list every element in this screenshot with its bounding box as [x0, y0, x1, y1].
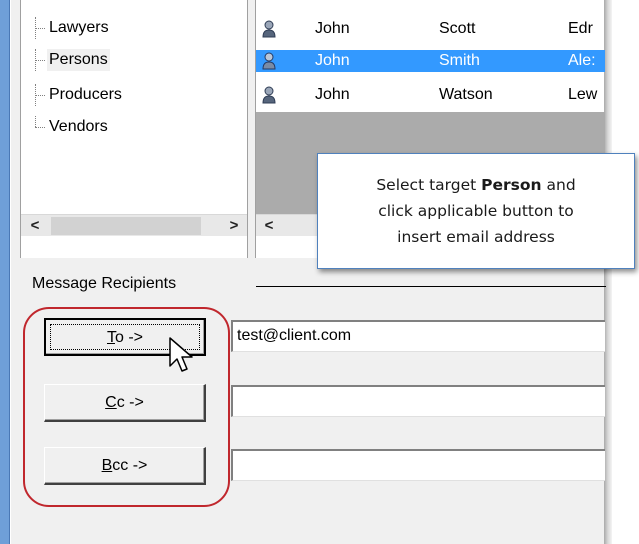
callout-text: Select target Person and click applicabl…: [376, 176, 576, 246]
category-tree[interactable]: Lawyers Persons Producers Vendors < >: [20, 0, 248, 258]
last-name-cell: Scott: [439, 20, 476, 37]
list-row[interactable]: John Scott Edr: [256, 18, 605, 40]
last-name-cell: Watson: [439, 86, 493, 103]
extra-cell: Lew: [568, 86, 598, 103]
highlight-oval: [23, 307, 230, 507]
person-icon: [262, 86, 276, 104]
message-recipients-label: Message Recipients: [32, 275, 177, 292]
list-row-selected[interactable]: John Smith Ale:: [256, 50, 605, 72]
first-name-cell: John: [315, 86, 350, 103]
tree-horizontal-scrollbar[interactable]: < >: [21, 214, 247, 236]
extra-cell: Edr: [568, 20, 593, 37]
person-icon: [262, 20, 276, 38]
window-shadow: [604, 0, 612, 544]
scroll-left-icon[interactable]: <: [24, 215, 46, 237]
extra-cell: Ale:: [568, 52, 596, 69]
person-icon: [262, 52, 276, 70]
bcc-email-field[interactable]: [231, 449, 605, 481]
tree-item-label: Producers: [49, 86, 122, 103]
first-name-cell: John: [315, 52, 350, 69]
tree-item-label: Lawyers: [49, 19, 109, 36]
tree-item-label: Vendors: [49, 118, 108, 135]
group-divider: [256, 286, 606, 287]
scroll-thumb[interactable]: [51, 217, 201, 235]
last-name-cell: Smith: [439, 52, 480, 69]
first-name-cell: John: [315, 20, 350, 37]
window-frame-left: [0, 0, 10, 544]
scroll-right-icon[interactable]: >: [223, 215, 245, 237]
scroll-left-icon[interactable]: <: [258, 215, 280, 237]
background-right: [612, 0, 639, 544]
mouse-cursor-icon: [169, 337, 193, 372]
list-row[interactable]: John Watson Lew: [256, 84, 605, 106]
cc-email-field[interactable]: [231, 385, 605, 417]
tree-item-label: Persons: [47, 49, 110, 71]
to-email-field[interactable]: test@client.com: [231, 320, 605, 352]
instruction-callout: Select target Person and click applicabl…: [317, 153, 635, 269]
